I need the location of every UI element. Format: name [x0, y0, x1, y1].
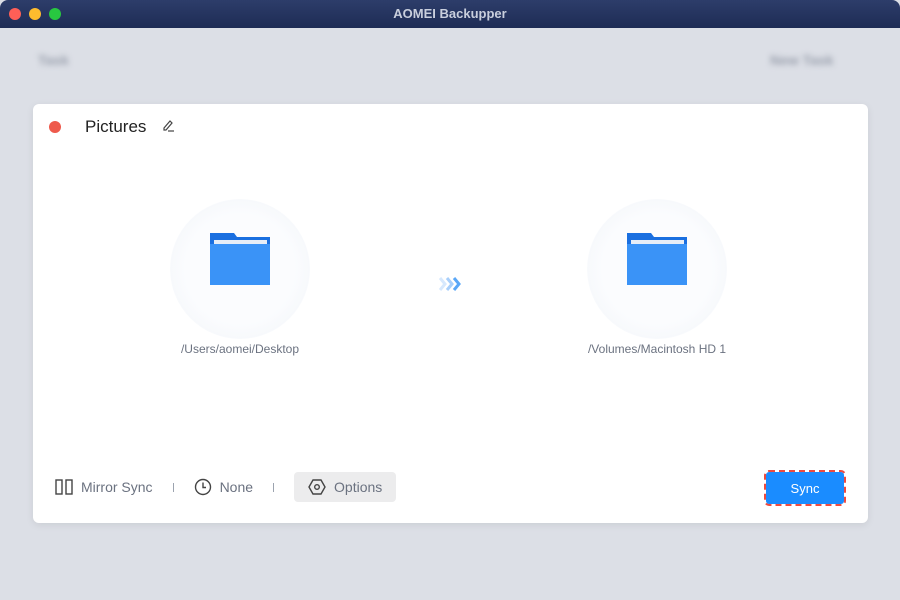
mirror-sync-icon [55, 479, 73, 495]
folder-icon [627, 233, 687, 285]
settings-icon [308, 479, 326, 495]
sync-direction-arrows-icon [439, 277, 461, 291]
source-endpoint[interactable]: Pictures /Users/aomei/Desktop [140, 199, 340, 356]
schedule-button[interactable]: None [194, 472, 253, 502]
schedule-label: None [219, 479, 254, 495]
clock-icon [194, 478, 211, 496]
sync-mode-label: Mirror Sync [81, 479, 153, 495]
edit-icon[interactable] [161, 118, 175, 132]
source-path: /Users/aomei/Desktop [180, 342, 300, 356]
sync-mode-button[interactable]: Mirror Sync [55, 473, 153, 501]
destination-path: /Volumes/Macintosh HD 1 [587, 342, 727, 356]
divider [172, 482, 174, 492]
minimize-window-button[interactable] [29, 8, 41, 20]
folder-icon [210, 233, 270, 285]
close-window-button[interactable] [9, 8, 21, 20]
zoom-window-button[interactable] [49, 8, 61, 20]
title-bar: AOMEI Backupper [0, 0, 900, 28]
window-title: AOMEI Backupper [393, 6, 507, 21]
background-heading: Task [38, 52, 69, 68]
destination-endpoint[interactable]: New Folder /Volumes/Macintosh HD 1 [557, 199, 757, 356]
task-title: Pictures [85, 117, 147, 136]
sync-task-card: Pictures Pictures /Users/aomei/Desktop N… [33, 104, 868, 523]
status-dot [49, 121, 61, 133]
options-button[interactable]: Options [294, 472, 397, 502]
divider [273, 482, 275, 492]
background-new-task: New Task [770, 52, 834, 68]
options-label: Options [334, 479, 383, 495]
sync-button[interactable]: Sync [764, 470, 846, 506]
